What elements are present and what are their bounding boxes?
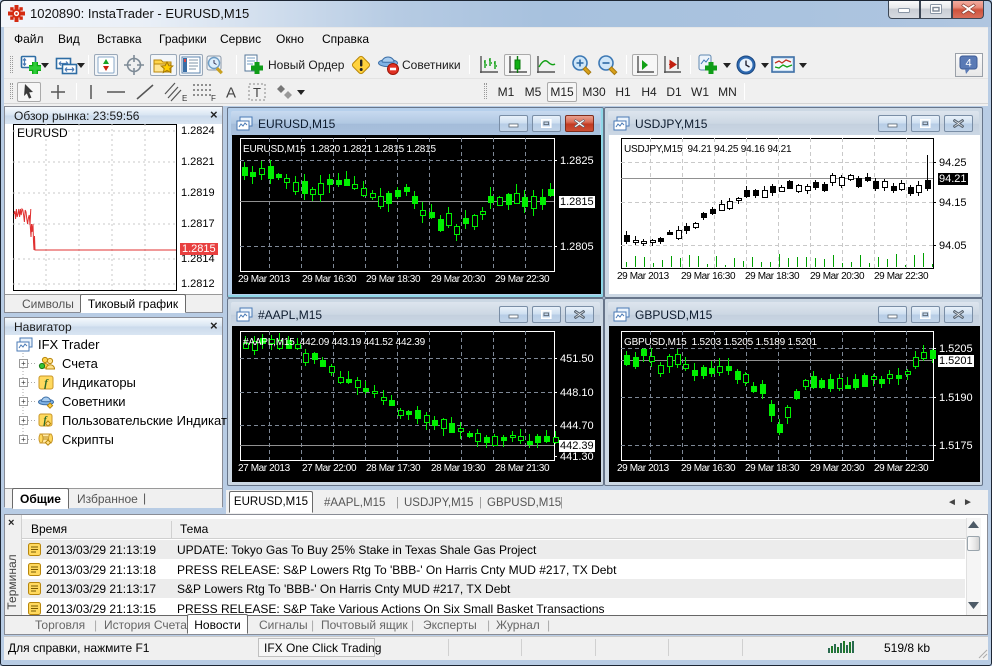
- svg-text:T: T: [253, 85, 261, 100]
- svg-text:4: 4: [965, 58, 971, 70]
